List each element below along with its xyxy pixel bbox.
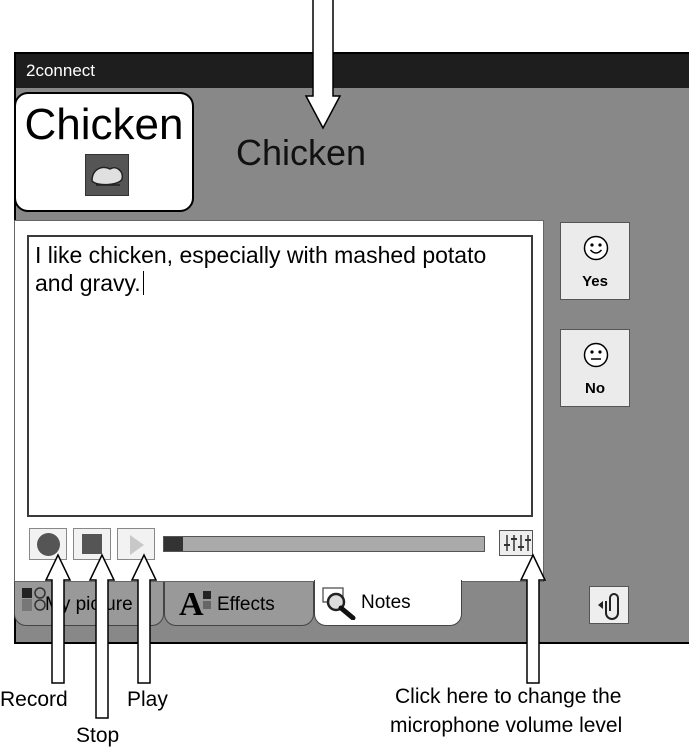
stop-arrow (88, 553, 116, 719)
record-arrow (44, 553, 72, 684)
mic-callout-line2: microphone volume level (390, 714, 623, 737)
mic-arrow (519, 553, 547, 684)
mic-callout-line1: Click here to change the (395, 685, 622, 708)
play-callout: Play (127, 688, 168, 711)
top-arrow (304, 0, 342, 130)
record-callout: Record (0, 688, 68, 711)
annotation-arrows (44, 0, 547, 719)
stop-callout: Stop (76, 724, 120, 747)
play-arrow (130, 553, 158, 684)
